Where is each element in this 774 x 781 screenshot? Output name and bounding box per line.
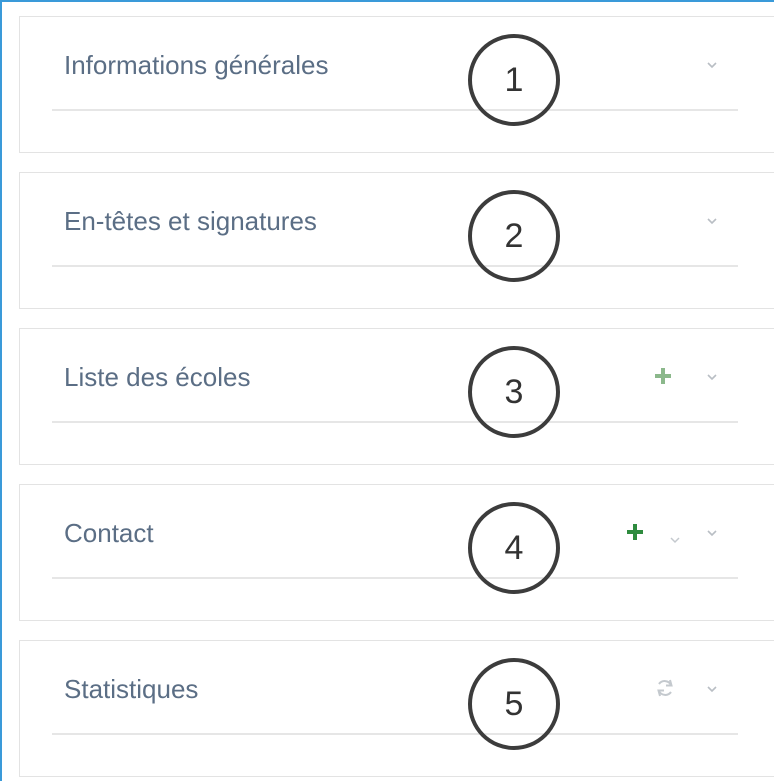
plus-icon[interactable] xyxy=(624,521,646,543)
panel-title: Contact xyxy=(64,518,154,548)
panel-header[interactable]: Contact xyxy=(52,485,738,579)
panel-school-list: Liste des écoles xyxy=(19,328,774,465)
refresh-icon[interactable] xyxy=(654,677,676,699)
chevron-down-icon[interactable] xyxy=(706,59,718,71)
chevron-down-icon[interactable] xyxy=(706,683,718,695)
panel-headers-signatures: En-têtes et signatures xyxy=(19,172,774,309)
plus-icon[interactable] xyxy=(652,365,674,387)
chevron-down-icon[interactable] xyxy=(706,527,718,539)
panel-title: Statistiques xyxy=(64,674,199,704)
panel-header[interactable]: Informations générales xyxy=(52,17,738,111)
panel-statistics: Statistiques xyxy=(19,640,774,777)
panel-container: Informations générales En-têtes et signa… xyxy=(0,0,774,781)
chevron-down-icon[interactable] xyxy=(706,371,718,383)
chevron-down-icon[interactable] xyxy=(706,215,718,227)
annotation-badge-1: 1 xyxy=(468,34,560,126)
panel-header[interactable]: Liste des écoles xyxy=(52,329,738,423)
panel-title: Liste des écoles xyxy=(64,362,251,392)
panel-title: En-têtes et signatures xyxy=(64,206,317,236)
annotation-badge-5: 5 xyxy=(468,658,560,750)
annotation-badge-2: 2 xyxy=(468,190,560,282)
panel-title: Informations générales xyxy=(64,50,329,80)
caret-down-icon[interactable] xyxy=(670,531,680,544)
panel-contact: Contact xyxy=(19,484,774,621)
annotation-badge-3: 3 xyxy=(468,346,560,438)
panel-general-info: Informations générales xyxy=(19,16,774,153)
panel-header[interactable]: En-têtes et signatures xyxy=(52,173,738,267)
annotation-badge-4: 4 xyxy=(468,502,560,594)
panel-header[interactable]: Statistiques xyxy=(52,641,738,735)
